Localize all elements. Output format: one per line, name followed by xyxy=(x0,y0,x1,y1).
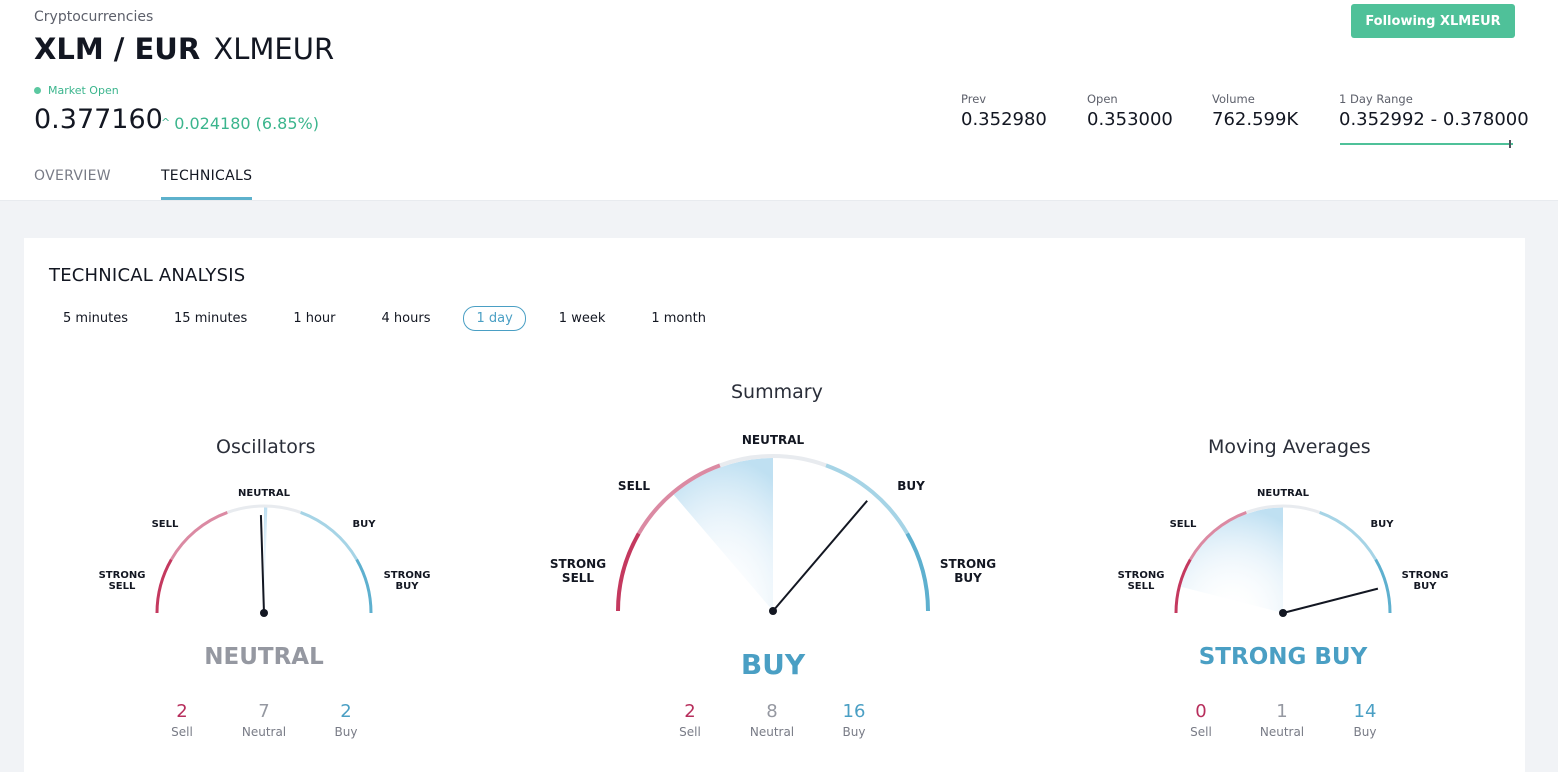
ma-needle xyxy=(1282,587,1379,614)
sum-label-neutral: NEUTRAL xyxy=(741,433,805,447)
sum-label-strong-sell: STRONG SELL xyxy=(549,557,607,585)
stat-prev-label: Prev xyxy=(961,92,987,106)
osc-buy-value: 2 xyxy=(340,701,352,722)
ma-label-buy: BUY xyxy=(1370,519,1394,530)
osc-label-sell: SELL xyxy=(151,519,179,530)
symbol-pair: XLM / EUR xyxy=(34,32,201,66)
moving-averages-verdict: STRONG BUY xyxy=(1198,644,1368,670)
market-status-label: Market Open xyxy=(48,84,119,97)
stat-volume: Volume 762.599K xyxy=(1212,92,1298,130)
osc-label-buy: BUY xyxy=(352,519,376,530)
day-range-bar xyxy=(1340,143,1513,145)
market-status: Market Open xyxy=(34,84,119,97)
stat-open: Open 0.353000 xyxy=(1087,92,1173,130)
ma-arc-strong-buy xyxy=(1374,558,1392,614)
osc-arc-strong-sell xyxy=(155,558,173,614)
ma-sell-value: 0 xyxy=(1195,701,1207,722)
price-change: ^ 0.024180 (6.85%) xyxy=(161,114,319,133)
sum-neutral-label: Neutral xyxy=(749,725,795,739)
summary-gauge xyxy=(616,454,930,615)
osc-sell-label: Sell xyxy=(171,725,193,739)
ma-count-sell: 0 Sell xyxy=(1190,701,1212,739)
osc-count-buy: 2 Buy xyxy=(335,701,358,739)
ma-neutral-value: 1 xyxy=(1276,701,1288,722)
tab-technicals[interactable]: TECHNICALS xyxy=(160,168,253,200)
sum-count-neutral: 8 Neutral xyxy=(750,701,794,739)
osc-buy-label: Buy xyxy=(334,725,358,739)
last-price: 0.377160 xyxy=(34,104,163,135)
symbol-header: Cryptocurrencies XLM / EUR XLMEUR Follow… xyxy=(0,0,1558,201)
oscillators-gauge xyxy=(155,504,373,617)
osc-arc-buy xyxy=(300,511,358,561)
sum-neutral-value: 8 xyxy=(766,701,778,722)
ma-sell-label: Sell xyxy=(1190,725,1212,739)
osc-count-sell: 2 Sell xyxy=(171,701,193,739)
stat-open-value: 0.353000 xyxy=(1087,109,1173,130)
oscillators-verdict: NEUTRAL xyxy=(204,644,324,670)
ma-count-neutral: 1 Neutral xyxy=(1260,701,1304,739)
sum-count-sell: 2 Sell xyxy=(679,701,701,739)
sum-count-buy: 16 Buy xyxy=(843,701,866,739)
oscillators-title: Oscillators xyxy=(216,436,316,458)
stat-prev-value: 0.352980 xyxy=(961,109,1047,130)
osc-arc-strong-buy xyxy=(355,558,373,614)
stat-day-range-value: 0.352992 - 0.378000 xyxy=(1339,109,1529,130)
sum-label-strong-buy: STRONG BUY xyxy=(939,557,997,585)
arrow-up-icon: ^ xyxy=(161,116,171,129)
osc-needle xyxy=(259,515,265,614)
ma-label-strong-buy: STRONG BUY xyxy=(1401,570,1449,592)
osc-neutral-value: 7 xyxy=(258,701,270,722)
ma-arc-buy xyxy=(1319,511,1377,561)
sum-label-buy: BUY xyxy=(897,479,925,493)
ma-count-buy: 14 Buy xyxy=(1354,701,1377,739)
stat-volume-label: Volume xyxy=(1212,92,1255,106)
symbol-ticker: XLMEUR xyxy=(213,32,335,66)
price-change-value: 0.024180 (6.85%) xyxy=(174,114,319,133)
stat-prev: Prev 0.352980 xyxy=(961,92,1047,130)
sum-label-sell: SELL xyxy=(617,479,651,493)
symbol-category[interactable]: Cryptocurrencies xyxy=(34,9,153,25)
sum-needle xyxy=(772,500,868,612)
tab-overview[interactable]: OVERVIEW xyxy=(34,168,111,200)
status-dot-icon xyxy=(34,87,41,94)
symbol-tabs: OVERVIEW TECHNICALS xyxy=(34,168,302,200)
sum-sell-value: 2 xyxy=(684,701,696,722)
sum-arc-strong-buy xyxy=(905,532,930,612)
moving-averages-gauge xyxy=(1174,504,1392,617)
sum-arc-strong-sell xyxy=(616,532,641,612)
technical-analysis-panel: TECHNICAL ANALYSIS 5 minutes 15 minutes … xyxy=(24,238,1525,772)
follow-button[interactable]: Following XLMEUR xyxy=(1351,4,1515,38)
osc-neutral-label: Neutral xyxy=(241,725,287,739)
symbol-title: XLM / EUR XLMEUR xyxy=(34,32,334,66)
stat-open-label: Open xyxy=(1087,92,1118,106)
day-range-marker xyxy=(1509,140,1511,148)
ma-buy-label: Buy xyxy=(1353,725,1377,739)
sum-sell-label: Sell xyxy=(679,725,701,739)
sum-buy-label: Buy xyxy=(842,725,866,739)
ma-label-neutral: NEUTRAL xyxy=(1257,488,1309,499)
gauges-canvas xyxy=(155,454,1392,617)
osc-label-strong-buy: STRONG BUY xyxy=(383,570,431,592)
ma-neutral-label: Neutral xyxy=(1259,725,1305,739)
osc-label-strong-sell: STRONG SELL xyxy=(98,570,146,592)
ma-label-strong-sell: STRONG SELL xyxy=(1117,570,1165,592)
sum-arc-buy xyxy=(825,463,909,535)
stat-volume-value: 762.599K xyxy=(1212,109,1299,130)
moving-averages-title: Moving Averages xyxy=(1208,436,1371,458)
osc-arc-sell xyxy=(170,511,228,561)
stat-day-range-label: 1 Day Range xyxy=(1339,92,1413,106)
osc-sell-value: 2 xyxy=(176,701,188,722)
ma-buy-value: 14 xyxy=(1353,701,1377,722)
stat-day-range: 1 Day Range 0.352992 - 0.378000 xyxy=(1339,92,1529,130)
sum-buy-value: 16 xyxy=(842,701,866,722)
summary-title: Summary xyxy=(731,381,823,403)
ma-label-sell: SELL xyxy=(1169,519,1197,530)
sum-needle-pivot xyxy=(769,607,777,615)
osc-label-neutral: NEUTRAL xyxy=(238,488,290,499)
ma-needle-pivot xyxy=(1279,609,1287,617)
osc-needle-pivot xyxy=(260,609,268,617)
summary-verdict: BUY xyxy=(740,648,806,681)
osc-count-neutral: 7 Neutral xyxy=(242,701,286,739)
